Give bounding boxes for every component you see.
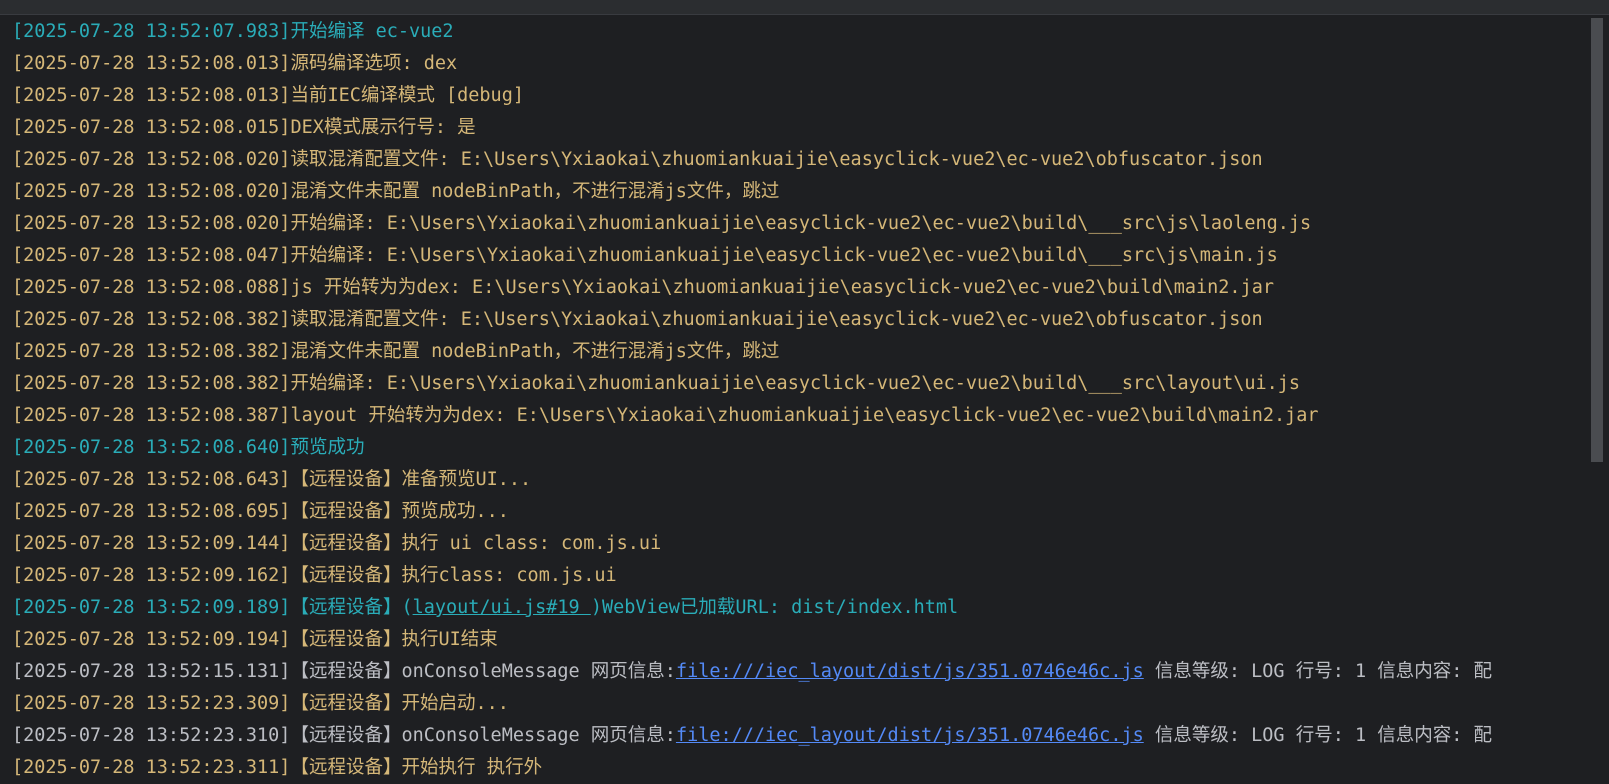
log-line: [2025-07-28 13:52:08.013]当前IEC编译模式 [debu…	[12, 79, 524, 112]
log-timestamp: [2025-07-28 13:52:07.983]	[12, 21, 291, 42]
log-line: [2025-07-28 13:52:08.643]【远程设备】准备预览UI...	[12, 463, 531, 496]
log-message: 【远程设备】执行UI结束	[290, 629, 498, 650]
log-message: 开始编译 ec-vue2	[290, 21, 454, 42]
log-line: [2025-07-28 13:52:09.189]【远程设备】(layout/u…	[12, 591, 958, 624]
log-line: [2025-07-28 13:52:08.382]混淆文件未配置 nodeBin…	[12, 335, 779, 368]
log-line: [2025-07-28 13:52:08.015]DEX模式展示行号: 是	[12, 111, 476, 144]
log-line: [2025-07-28 13:52:09.194]【远程设备】执行UI结束	[12, 623, 498, 656]
log-timestamp: [2025-07-28 13:52:23.309]	[12, 693, 291, 714]
log-message-suffix: 信息等级: LOG 行号: 1 信息内容: 配	[1143, 661, 1493, 682]
log-line: [2025-07-28 13:52:08.020]开始编译: E:\Users\…	[12, 207, 1311, 240]
log-message: 预览成功	[290, 437, 365, 458]
log-message: 当前IEC编译模式 [debug]	[290, 85, 524, 106]
log-timestamp: [2025-07-28 13:52:08.013]	[12, 85, 291, 106]
log-line: [2025-07-28 13:52:08.088]js 开始转为为dex: E:…	[12, 271, 1274, 304]
log-line: [2025-07-28 13:52:23.310]【远程设备】onConsole…	[12, 719, 1492, 752]
log-message: 【远程设备】执行class: com.js.ui	[290, 565, 617, 586]
log-timestamp: [2025-07-28 13:52:23.310]	[12, 725, 291, 746]
log-timestamp: [2025-07-28 13:52:08.013]	[12, 53, 291, 74]
log-line: [2025-07-28 13:52:08.382]读取混淆配置文件: E:\Us…	[12, 303, 1263, 336]
log-message: 【远程设备】准备预览UI...	[290, 469, 532, 490]
log-message: 【远程设备】预览成功...	[290, 501, 509, 522]
log-line: [2025-07-28 13:52:09.144]【远程设备】执行 ui cla…	[12, 527, 661, 560]
log-message: 【远程设备】(	[290, 597, 413, 618]
log-timestamp: [2025-07-28 13:52:23.311]	[12, 757, 291, 778]
log-timestamp: [2025-07-28 13:52:08.047]	[12, 245, 291, 266]
log-timestamp: [2025-07-28 13:52:08.088]	[12, 277, 291, 298]
log-message: 开始编译: E:\Users\Yxiaokai\zhuomiankuaijie\…	[290, 245, 1278, 266]
log-line: [2025-07-28 13:52:08.020]读取混淆配置文件: E:\Us…	[12, 143, 1263, 176]
log-message: 开始编译: E:\Users\Yxiaokai\zhuomiankuaijie\…	[290, 213, 1312, 234]
log-message: js 开始转为为dex: E:\Users\Yxiaokai\zhuomiank…	[290, 277, 1274, 298]
log-timestamp: [2025-07-28 13:52:08.015]	[12, 117, 291, 138]
log-message-suffix: 信息等级: LOG 行号: 1 信息内容: 配	[1143, 725, 1493, 746]
log-line: [2025-07-28 13:52:08.382]开始编译: E:\Users\…	[12, 367, 1300, 400]
log-timestamp: [2025-07-28 13:52:15.131]	[12, 661, 291, 682]
log-message: 【远程设备】onConsoleMessage 网页信息:	[290, 725, 676, 746]
log-timestamp: [2025-07-28 13:52:08.020]	[12, 213, 291, 234]
log-timestamp: [2025-07-28 13:52:08.643]	[12, 469, 291, 490]
log-timestamp: [2025-07-28 13:52:08.382]	[12, 341, 291, 362]
source-link[interactable]: layout/ui.js#19	[413, 597, 591, 618]
file-link[interactable]: file:///iec_layout/dist/js/351.0746e46c.…	[676, 661, 1144, 682]
log-message: DEX模式展示行号: 是	[290, 117, 476, 138]
console-output[interactable]: [2025-07-28 13:52:07.983]开始编译 ec-vue2 [2…	[0, 15, 1590, 784]
log-message: 【远程设备】onConsoleMessage 网页信息:	[290, 661, 676, 682]
log-message: 开始编译: E:\Users\Yxiaokai\zhuomiankuaijie\…	[290, 373, 1301, 394]
log-timestamp: [2025-07-28 13:52:09.162]	[12, 565, 291, 586]
log-message-suffix: )WebView已加载URL: dist/index.html	[590, 597, 959, 618]
log-timestamp: [2025-07-28 13:52:09.189]	[12, 597, 291, 618]
log-message: layout 开始转为为dex: E:\Users\Yxiaokai\zhuom…	[290, 405, 1319, 426]
log-timestamp: [2025-07-28 13:52:09.144]	[12, 533, 291, 554]
log-message: 混淆文件未配置 nodeBinPath，不进行混淆js文件，跳过	[290, 181, 780, 202]
log-timestamp: [2025-07-28 13:52:08.382]	[12, 309, 291, 330]
log-line: [2025-07-28 13:52:23.309]【远程设备】开始启动...	[12, 687, 509, 720]
log-message: 【远程设备】开始执行 执行外	[290, 757, 543, 778]
log-line: [2025-07-28 13:52:08.695]【远程设备】预览成功...	[12, 495, 509, 528]
vertical-scrollbar[interactable]	[1591, 18, 1603, 462]
log-message: 源码编译选项: dex	[290, 53, 458, 74]
file-link[interactable]: file:///iec_layout/dist/js/351.0746e46c.…	[676, 725, 1144, 746]
log-line: [2025-07-28 13:52:08.020]混淆文件未配置 nodeBin…	[12, 175, 779, 208]
console-toolbar	[0, 0, 1609, 15]
log-timestamp: [2025-07-28 13:52:08.695]	[12, 501, 291, 522]
log-line: [2025-07-28 13:52:23.311]【远程设备】开始执行 执行外	[12, 751, 542, 784]
log-line: [2025-07-28 13:52:09.162]【远程设备】执行class: …	[12, 559, 617, 592]
log-line: [2025-07-28 13:52:07.983]开始编译 ec-vue2	[12, 15, 454, 48]
log-line: [2025-07-28 13:52:08.047]开始编译: E:\Users\…	[12, 239, 1278, 272]
log-message: 读取混淆配置文件: E:\Users\Yxiaokai\zhuomiankuai…	[290, 309, 1263, 330]
log-timestamp: [2025-07-28 13:52:08.382]	[12, 373, 291, 394]
log-timestamp: [2025-07-28 13:52:08.020]	[12, 149, 291, 170]
log-message: 【远程设备】开始启动...	[290, 693, 509, 714]
log-timestamp: [2025-07-28 13:52:08.640]	[12, 437, 291, 458]
log-message: 【远程设备】执行 ui class: com.js.ui	[290, 533, 662, 554]
log-line: [2025-07-28 13:52:08.387]layout 开始转为为dex…	[12, 399, 1319, 432]
log-message: 读取混淆配置文件: E:\Users\Yxiaokai\zhuomiankuai…	[290, 149, 1263, 170]
log-timestamp: [2025-07-28 13:52:08.387]	[12, 405, 291, 426]
log-timestamp: [2025-07-28 13:52:09.194]	[12, 629, 291, 650]
log-line: [2025-07-28 13:52:08.640]预览成功	[12, 431, 364, 464]
log-line: [2025-07-28 13:52:08.013]源码编译选项: dex	[12, 47, 457, 80]
log-message: 混淆文件未配置 nodeBinPath，不进行混淆js文件，跳过	[290, 341, 780, 362]
log-line: [2025-07-28 13:52:15.131]【远程设备】onConsole…	[12, 655, 1492, 688]
log-timestamp: [2025-07-28 13:52:08.020]	[12, 181, 291, 202]
